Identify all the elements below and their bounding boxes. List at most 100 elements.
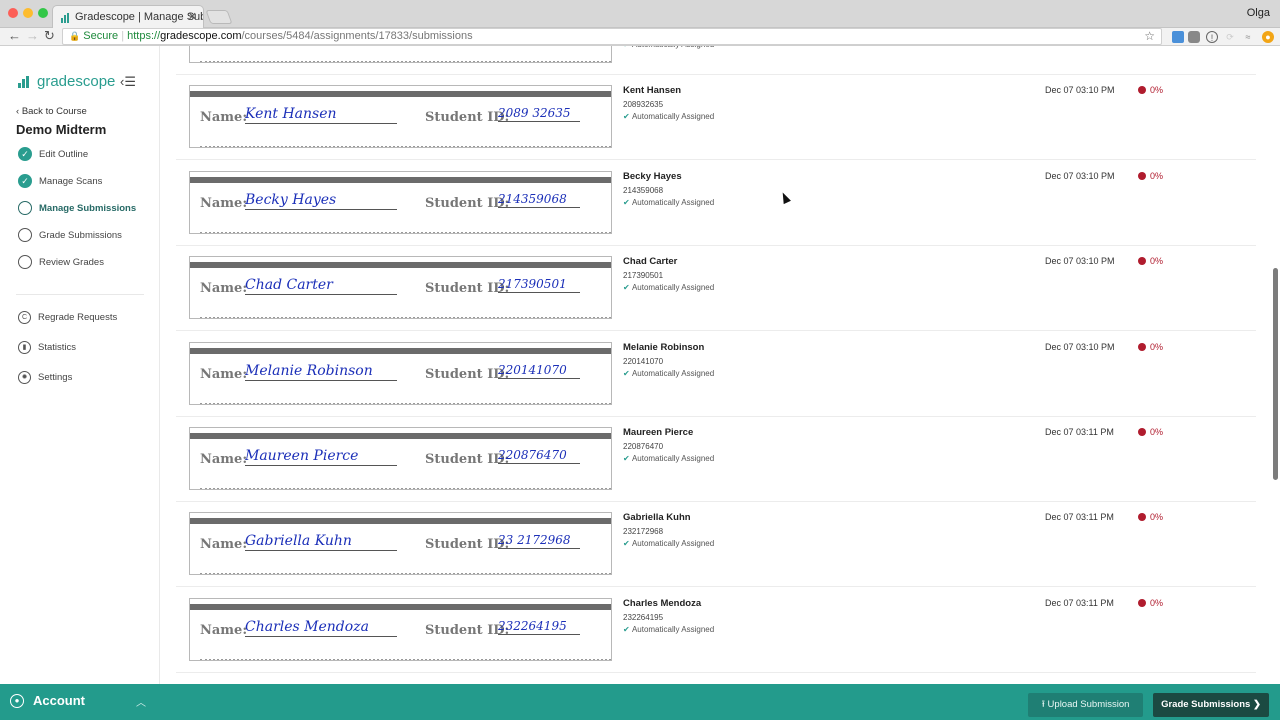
bookmark-star-icon[interactable]: ☆	[1144, 29, 1155, 44]
scan-handwritten-name: Becky Hayes	[245, 192, 397, 210]
submission-row[interactable]: Name: Becky Hayes Student ID: 214359068 Beck…	[176, 161, 1256, 246]
window-minimize-button[interactable]	[23, 8, 33, 18]
scan-header-bar	[190, 433, 611, 439]
student-id: 232172968	[623, 527, 664, 537]
scan-thumbnail[interactable]: Name: Charles Mendoza Student ID: 232264195	[189, 597, 612, 661]
student-info: Becky Hayes 214359068 ✔ Automatically Assi…	[623, 171, 714, 207]
submission-time: Dec 07 03:11 PM	[1045, 512, 1114, 523]
scan-name-label: Name:	[200, 366, 248, 382]
step-label: Review Grades	[39, 256, 104, 268]
scan-handwritten-name: Melanie Robinson	[245, 363, 397, 381]
student-name[interactable]: Becky Hayes	[623, 171, 714, 182]
scan-thumbnail[interactable]: Name: Gabriella Kuhn Student ID: 23 2172968	[189, 512, 612, 576]
scan-thumbnail[interactable]: Name: Chad Carter Student ID: 217390501	[189, 256, 612, 320]
submission-row[interactable]: Name: Kent Hansen Student ID: 2089 32635 Ken…	[176, 75, 1256, 161]
sidebar-item-regrade-requests[interactable]: C Regrade Requests	[18, 309, 117, 325]
info-extension-icon[interactable]: !	[1206, 31, 1218, 43]
scan-student-id-label: Student ID:	[425, 110, 510, 126]
browser-tab[interactable]: Gradescope | Manage Submissions ✕	[52, 5, 204, 29]
gradescope-logo[interactable]: gradescope	[18, 73, 115, 90]
sync-extension-icon[interactable]: ⟳	[1224, 31, 1236, 43]
sidebar-step-manage-scans[interactable]: ✓ Manage Scans	[18, 173, 102, 189]
logo-text: gradescope	[37, 73, 116, 90]
upload-submission-button[interactable]: ⭱ Upload Submission	[1028, 693, 1143, 717]
scan-thumbnail[interactable]: Name: Becky Hayes Student ID: 214359068	[189, 170, 612, 234]
extension-icon-5[interactable]: ≈	[1242, 31, 1254, 43]
submission-row[interactable]: Name: Maureen Pierce Student ID: 220876470 M…	[176, 417, 1256, 502]
student-name[interactable]: Kent Hansen	[623, 85, 714, 96]
scan-thumbnail[interactable]: Name: Melanie Robinson Student ID: 22014107…	[189, 341, 612, 405]
forward-arrow-icon[interactable]: →	[26, 28, 39, 44]
student-name[interactable]: Melanie Robinson	[623, 342, 714, 353]
assignment-status: ✔ Automatically Assigned	[623, 454, 714, 463]
submission-row[interactable]: Name: Chad Carter Student ID: 217390501 Chad…	[176, 246, 1256, 332]
shield-extension-icon[interactable]	[1188, 31, 1200, 43]
sidebar-step-review-grades[interactable]: Review Grades	[18, 254, 104, 270]
extension-icon-1[interactable]	[1172, 31, 1184, 43]
score-value: 0%	[1150, 512, 1164, 523]
chevron-up-icon[interactable]: ︿	[136, 694, 146, 709]
back-arrow-icon[interactable]: ←	[8, 28, 21, 44]
logo-bars-icon	[18, 75, 29, 88]
assignment-status: ✔ Automatically Assigned	[623, 283, 714, 292]
scan-name-label: Name:	[200, 110, 248, 126]
step-label: Manage Scans	[39, 175, 103, 187]
back-to-course-link[interactable]: ‹ Back to Course	[16, 106, 87, 117]
window-maximize-button[interactable]	[38, 8, 48, 18]
score-dot-icon	[1138, 428, 1146, 436]
scan-student-id-label: Student ID:	[425, 452, 510, 467]
empty-circle-icon	[18, 255, 32, 269]
scan-thumbnail[interactable]: Name: Kent Hansen Student ID: 2089 32635	[189, 85, 612, 149]
student-name[interactable]: Chad Carter	[623, 256, 714, 267]
student-name[interactable]: Charles Mendoza	[623, 598, 714, 609]
sidebar-step-manage-submissions[interactable]: Manage Submissions	[18, 200, 136, 216]
check-circle-icon: ✓	[18, 147, 32, 161]
sidebar-step-edit-outline[interactable]: ✓ Edit Outline	[18, 146, 88, 162]
sidebar-item-statistics[interactable]: ▮ Statistics	[18, 339, 76, 355]
user-icon: ●	[10, 693, 24, 708]
extension-icon-6[interactable]: ●	[1262, 31, 1274, 43]
submission-row[interactable]: Name:Dale LongStudent ID:205797037 Dale L…	[176, 46, 1256, 75]
scan-bottom-text	[200, 402, 611, 404]
score-dot-icon	[1138, 86, 1146, 95]
tab-close-icon[interactable]: ✕	[188, 10, 197, 23]
scan-handwritten-id: 214359068	[498, 192, 580, 208]
collapse-sidebar-icon[interactable]: ‹☰	[120, 74, 136, 90]
scan-handwritten-id: 220876470	[498, 448, 580, 464]
student-name[interactable]: Maureen Pierce	[623, 427, 714, 438]
score-badge: 0%	[1138, 512, 1163, 522]
account-menu-button[interactable]: ● Account	[10, 693, 85, 708]
url-input[interactable]: 🔒 Secure | https://gradescope.com/course…	[62, 28, 1162, 45]
submission-time: Dec 07 03:10 PM	[1045, 256, 1115, 267]
step-label: Edit Outline	[39, 148, 89, 160]
course-title: Demo Midterm	[16, 122, 107, 137]
tool-label: Statistics	[38, 341, 77, 353]
browser-profile-name[interactable]: Olga	[1247, 7, 1270, 19]
scan-thumbnail[interactable]: Name:Dale LongStudent ID:205797037	[189, 46, 612, 63]
student-info: Gabriella Kuhn 232172968 ✔ Automatically A…	[623, 512, 714, 548]
new-tab-button[interactable]	[205, 10, 233, 24]
submission-row[interactable]: Name: Melanie Robinson Student ID: 22014107…	[176, 332, 1256, 417]
scrollbar-thumb[interactable]	[1273, 268, 1278, 480]
submission-time: Dec 07 03:11 PM	[1045, 427, 1114, 437]
sidebar-item-settings[interactable]: ✹ Settings	[18, 369, 72, 385]
student-name[interactable]: Gabriella Kuhn	[623, 512, 714, 523]
scan-bottom-text	[200, 317, 611, 319]
student-id: 208932635	[623, 100, 664, 110]
assignment-status-label: Automatically Assigned	[631, 283, 715, 293]
reload-icon[interactable]: ↻	[44, 28, 55, 44]
url-path: /courses/5484/assignments/17833/submissi…	[241, 30, 473, 42]
scan-name-label: Name:	[200, 281, 248, 297]
scan-name-label: Name:	[200, 537, 248, 553]
window-close-button[interactable]	[8, 8, 18, 18]
grade-submissions-button[interactable]: Grade Submissions ❯	[1153, 693, 1269, 717]
sidebar-step-grade-submissions[interactable]: Grade Submissions	[18, 227, 122, 243]
submission-time: Dec 07 03:10 PM	[1045, 85, 1115, 96]
scan-handwritten-id: 217390501	[498, 277, 580, 294]
assignment-status-label: Automatically Assigned	[631, 454, 715, 463]
scan-header-bar	[190, 603, 611, 610]
scan-thumbnail[interactable]: Name: Maureen Pierce Student ID: 220876470	[189, 427, 612, 490]
regrade-icon: C	[18, 310, 31, 324]
submission-row[interactable]: Name: Gabriella Kuhn Student ID: 23 2172968…	[176, 502, 1256, 588]
submission-row[interactable]: Name: Charles Mendoza Student ID: 232264195…	[176, 588, 1256, 673]
